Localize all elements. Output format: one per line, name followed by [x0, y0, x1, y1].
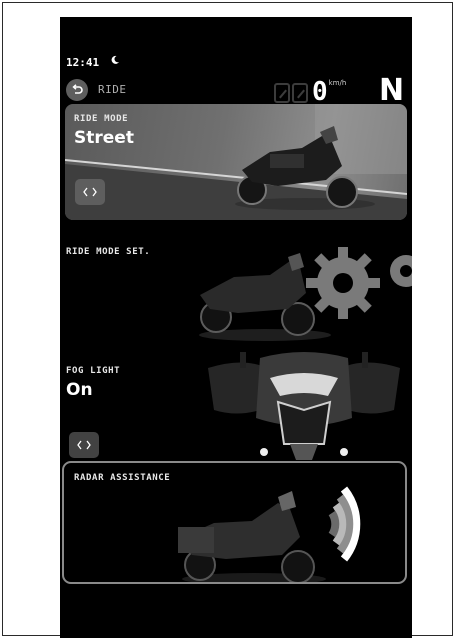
back-button[interactable]	[66, 79, 88, 101]
dashboard-screen: 12:41 RIDE 0 km/h N RIDE MODE Street RID…	[60, 17, 412, 638]
ride-mode-value: Street	[74, 128, 134, 148]
moon-icon	[111, 55, 119, 64]
ride-mode-label: RIDE MODE	[74, 114, 129, 124]
speed-value: 0	[312, 77, 328, 107]
speed-digit-placeholder	[292, 83, 308, 103]
fog-light-toggle-button[interactable]	[69, 432, 99, 458]
chevron-left-right-icon	[77, 440, 91, 450]
radar-waves-icon	[328, 486, 361, 562]
fog-light-value: On	[66, 380, 93, 400]
gear-icon	[306, 247, 412, 319]
ride-mode-toggle-button[interactable]	[75, 179, 105, 205]
speed-unit: km/h	[328, 79, 347, 87]
fog-light-label: FOG LIGHT	[66, 366, 121, 376]
speed-digit-placeholder	[274, 83, 290, 103]
radar-assistance-label: RADAR ASSISTANCE	[74, 473, 171, 483]
fog-light-card[interactable]: FOG LIGHT On	[60, 352, 412, 474]
ride-mode-set-label: RIDE MODE SET.	[66, 247, 151, 257]
page-frame: 12:41 RIDE 0 km/h N RIDE MODE Street RID…	[2, 2, 453, 638]
page-title: RIDE	[98, 83, 127, 96]
ride-mode-set-card[interactable]: RIDE MODE SET.	[60, 229, 412, 349]
chevron-left-right-icon	[83, 187, 97, 197]
radar-assistance-card[interactable]: RADAR ASSISTANCE	[62, 461, 407, 584]
gear-indicator: N	[379, 73, 405, 108]
back-icon	[72, 84, 83, 94]
ride-mode-card[interactable]: RIDE MODE Street	[65, 104, 407, 220]
clock-time: 12:41	[66, 56, 100, 69]
speedometer: 0 km/h	[274, 77, 347, 107]
